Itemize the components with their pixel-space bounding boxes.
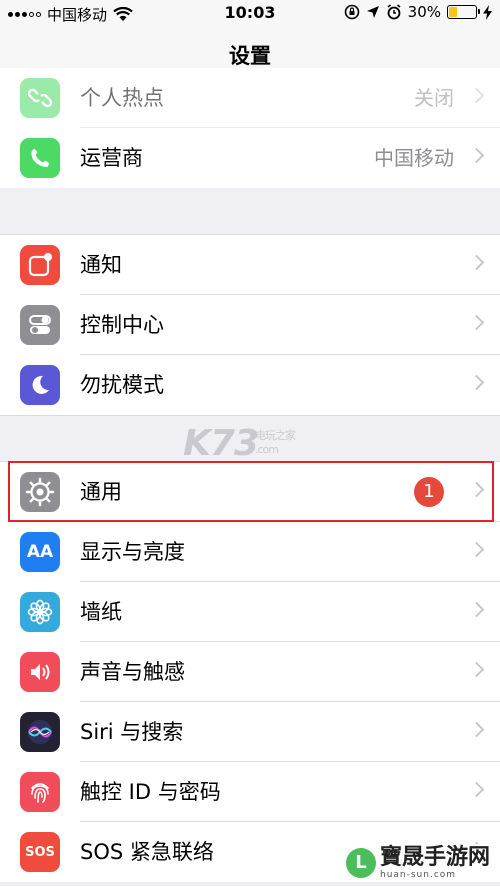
site-watermark: K73 电玩之家 .com [183, 423, 296, 464]
battery-icon [447, 5, 480, 19]
status-bar: 中国移动 10:03 30% [0, 0, 500, 26]
chevron-right-icon [468, 87, 485, 104]
settings-row-value: 关闭 [414, 86, 454, 110]
flower-icon [20, 592, 60, 632]
logo-icon: L [345, 848, 376, 878]
chevron-right-icon [468, 781, 485, 798]
section-network: 个人热点 关闭 运营商 中国移动 [0, 68, 500, 188]
rotation-lock-icon [344, 4, 359, 20]
settings-row-touch-id[interactable]: 触控 ID 与密码 [0, 762, 500, 822]
chevron-right-icon [468, 314, 485, 331]
settings-row-sounds[interactable]: 声音与触感 [0, 642, 500, 702]
link-icon [20, 78, 60, 118]
settings-row-label: SOS 紧急联络 [80, 840, 214, 864]
settings-row-label: 控制中心 [80, 313, 164, 337]
settings-row-label: 个人热点 [80, 86, 164, 110]
battery-percent: 30% [407, 3, 441, 21]
chevron-right-icon [468, 147, 485, 164]
sos-icon: SOS [20, 832, 60, 872]
moon-icon [20, 365, 60, 405]
settings-row-display[interactable]: AA 显示与亮度 [0, 522, 500, 582]
location-icon [366, 6, 379, 18]
settings-row-do-not-disturb[interactable]: 勿扰模式 [0, 355, 500, 415]
settings-row-value: 中国移动 [374, 146, 454, 170]
settings-row-label: 触控 ID 与密码 [80, 780, 221, 804]
phone-icon [20, 138, 60, 178]
settings-row-notifications[interactable]: 通知 [0, 235, 500, 295]
fingerprint-icon [20, 772, 60, 812]
siri-icon [20, 712, 60, 752]
section-alerts: 通知 控制中心 勿扰模式 [0, 234, 500, 416]
chevron-right-icon [468, 601, 485, 618]
settings-row-carrier[interactable]: 运营商 中国移动 [0, 128, 500, 188]
chevron-right-icon [468, 721, 485, 738]
chevron-right-icon [468, 541, 485, 558]
chevron-right-icon [468, 254, 485, 271]
alarm-icon [387, 4, 401, 20]
settings-row-wallpaper[interactable]: 墙纸 [0, 582, 500, 642]
status-right: 30% [344, 3, 492, 21]
control-center-icon [20, 305, 60, 345]
settings-row-label: Siri 与搜索 [80, 720, 184, 744]
settings-row-label: 墙纸 [80, 600, 122, 624]
charging-icon [483, 4, 492, 20]
settings-row-label: 勿扰模式 [80, 373, 164, 397]
speaker-icon [20, 652, 60, 692]
notifications-icon [20, 245, 60, 285]
display-icon: AA [20, 532, 60, 572]
footer-watermark-logo: L 寶晟手游网 huan-sun.com [341, 844, 494, 882]
settings-row-label: 声音与触感 [80, 660, 185, 684]
settings-row-siri[interactable]: Siri 与搜索 [0, 702, 500, 762]
section-device: 通用 1 AA 显示与亮度 墙纸 声音与触感 Siri 与搜索 触控 ID 与密… [0, 461, 500, 882]
settings-row-label: 通知 [80, 253, 122, 277]
chevron-right-icon [468, 661, 485, 678]
settings-row-label: 显示与亮度 [80, 540, 185, 564]
settings-row-control-center[interactable]: 控制中心 [0, 295, 500, 355]
page-title: 设置 [229, 44, 271, 68]
chevron-right-icon [468, 374, 485, 391]
settings-row-label: 运营商 [80, 146, 143, 170]
highlight-box [8, 461, 494, 522]
settings-row-hotspot[interactable]: 个人热点 关闭 [0, 68, 500, 128]
